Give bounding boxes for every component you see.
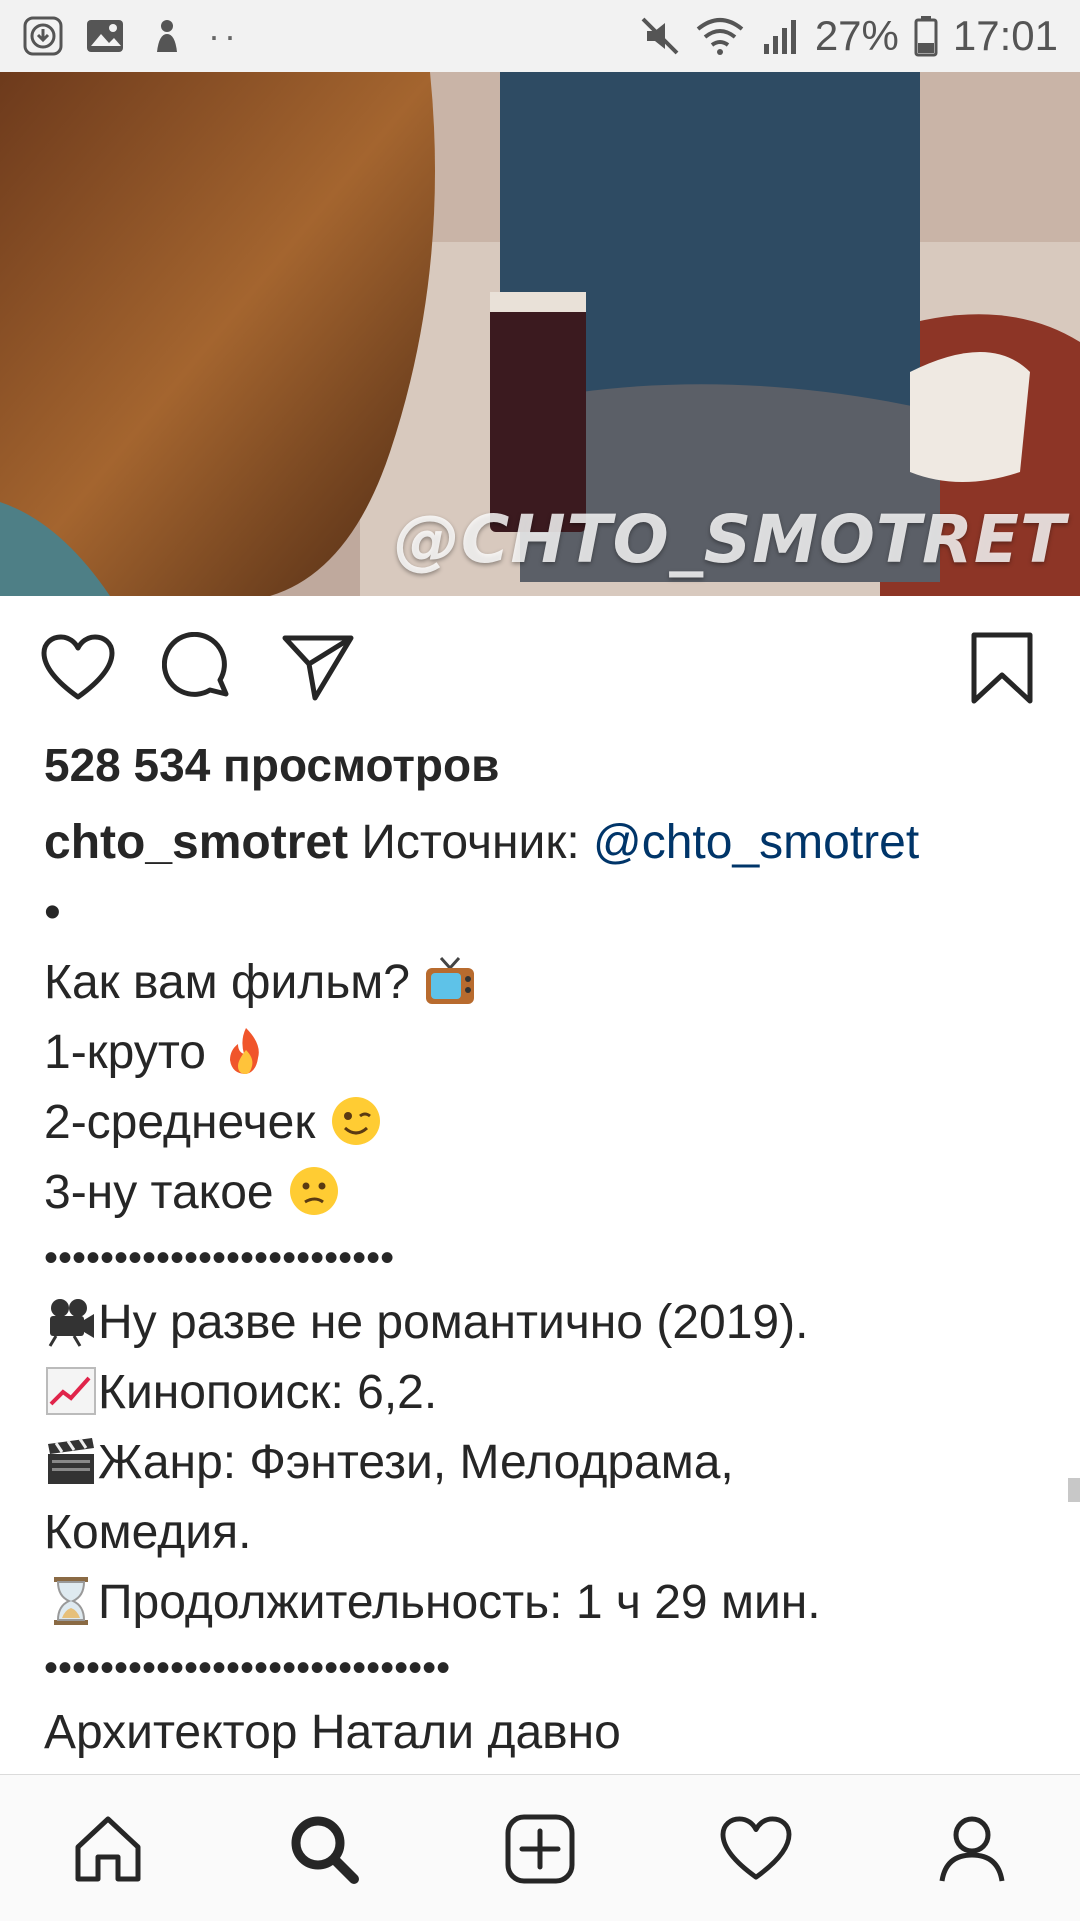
bottom-navigation: [0, 1774, 1080, 1921]
duration-line: Продолжительность: 1 ч 29 мин.: [98, 1576, 821, 1629]
separator-dots: •••••••••••••••••••••••••: [44, 1236, 395, 1280]
separator-dots-2: •••••••••••••••••••••••••••••: [44, 1646, 451, 1690]
view-count[interactable]: 528 534 просмотров: [44, 738, 499, 792]
source-label: Источник:: [361, 816, 580, 869]
bookmark-icon: [971, 632, 1033, 704]
kinopoisk-line: Кинопоиск: 6,2.: [98, 1366, 438, 1419]
nav-profile[interactable]: [932, 1809, 1012, 1889]
comment-icon: [162, 632, 229, 697]
clock: 17:01: [952, 12, 1058, 59]
post-video[interactable]: @CHTO_SMOTRET: [0, 72, 1080, 596]
winking-face-icon: [329, 1094, 383, 1148]
clapper-board-icon: [44, 1434, 98, 1488]
chart-increasing-icon: [44, 1364, 98, 1418]
genre-line-continued: Комедия.: [44, 1506, 252, 1559]
battery-icon: [913, 15, 939, 57]
download-notification-icon: [22, 15, 64, 57]
question-line: Как вам фильм?: [44, 956, 410, 1009]
more-notifications-dots: ··: [208, 15, 240, 56]
save-button[interactable]: [962, 628, 1042, 708]
post-caption: chto_smotret Источник: @chto_smotret • К…: [44, 808, 1044, 1768]
scrollbar-thumb[interactable]: [1068, 1478, 1080, 1502]
battery-percent: 27%: [814, 12, 899, 59]
fire-icon: [219, 1024, 273, 1078]
movie-camera-icon: [44, 1294, 98, 1348]
nav-activity[interactable]: [716, 1809, 796, 1889]
video-watermark: @CHTO_SMOTRET: [393, 501, 1066, 578]
status-bar: ·· 27% 17:01: [0, 0, 1080, 72]
heart-icon: [720, 1816, 792, 1880]
option-1: 1-круто: [44, 1026, 206, 1079]
app-notification-icon: [146, 15, 188, 57]
caption-mention[interactable]: @chto_smotret: [593, 816, 919, 869]
caption-bullet: •: [44, 886, 61, 939]
option-3: 3-ну такое: [44, 1166, 274, 1219]
genre-line: Жанр: Фэнтези, Мелодрама,: [98, 1436, 734, 1489]
nav-search[interactable]: [284, 1809, 364, 1889]
profile-icon: [939, 1816, 1005, 1882]
hourglass-icon: [44, 1574, 98, 1628]
option-2: 2-среднечек: [44, 1096, 316, 1149]
home-icon: [75, 1816, 141, 1882]
nav-home[interactable]: [68, 1809, 148, 1889]
gallery-notification-icon: [84, 15, 126, 57]
nav-add-post[interactable]: [500, 1809, 580, 1889]
signal-icon: [759, 15, 801, 57]
wifi-icon: [695, 15, 745, 57]
mute-icon: [639, 15, 681, 57]
film-title-line: Ну разве не романтично (2019).: [98, 1296, 809, 1349]
like-button[interactable]: [38, 628, 118, 708]
add-post-icon: [505, 1814, 575, 1884]
tv-icon: [423, 954, 477, 1008]
share-button[interactable]: [278, 628, 358, 708]
post-actions: [0, 620, 1080, 710]
search-icon: [291, 1816, 359, 1884]
description-start: Архитектор Натали давно: [44, 1706, 621, 1759]
caption-username[interactable]: chto_smotret: [44, 816, 348, 869]
send-icon: [282, 635, 354, 701]
heart-icon: [41, 634, 115, 700]
confused-face-icon: [287, 1164, 341, 1218]
comment-button[interactable]: [158, 628, 238, 708]
